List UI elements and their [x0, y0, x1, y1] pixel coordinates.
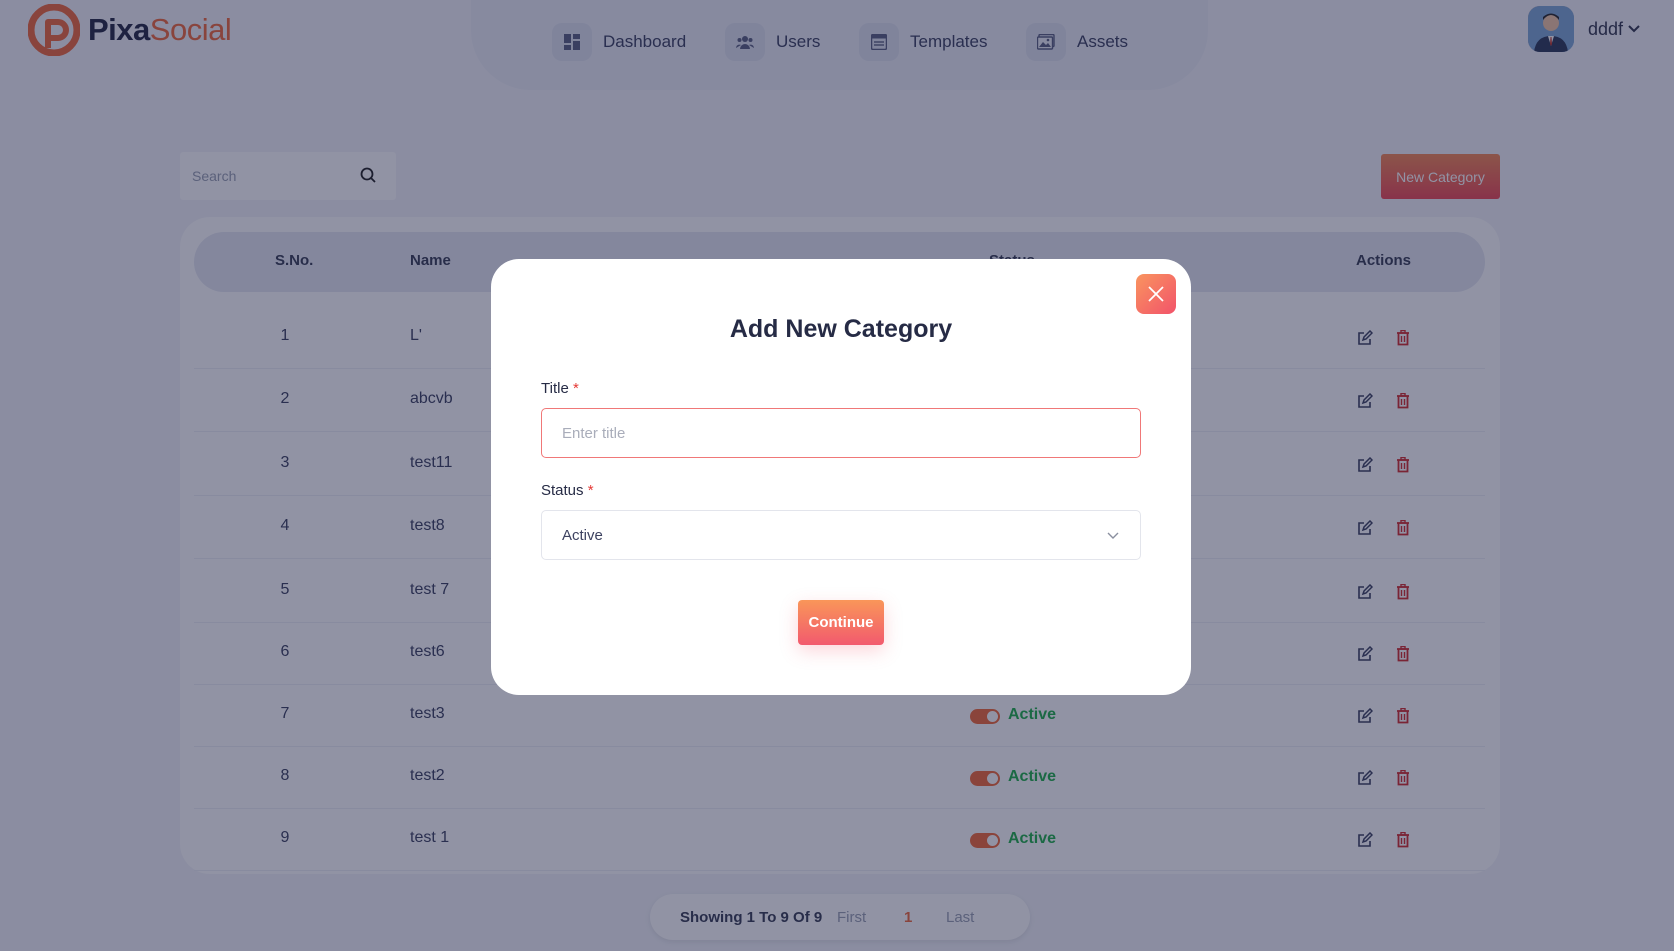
required-mark: * [572, 380, 579, 397]
modal-title: Add New Category [729, 315, 953, 343]
continue-button[interactable]: Continue [798, 600, 884, 645]
title-field-label: Title * [541, 380, 579, 397]
status-select[interactable]: Active [541, 510, 1141, 560]
close-modal-button[interactable] [1136, 274, 1176, 314]
chevron-down-icon [1107, 532, 1119, 539]
status-field-label: Status * [541, 482, 594, 499]
add-category-modal: Add New Category Title * Status * Active… [491, 259, 1191, 695]
required-mark: * [587, 482, 594, 499]
title-input[interactable] [541, 408, 1141, 458]
close-icon [1148, 286, 1164, 302]
status-select-value: Active [562, 527, 603, 544]
